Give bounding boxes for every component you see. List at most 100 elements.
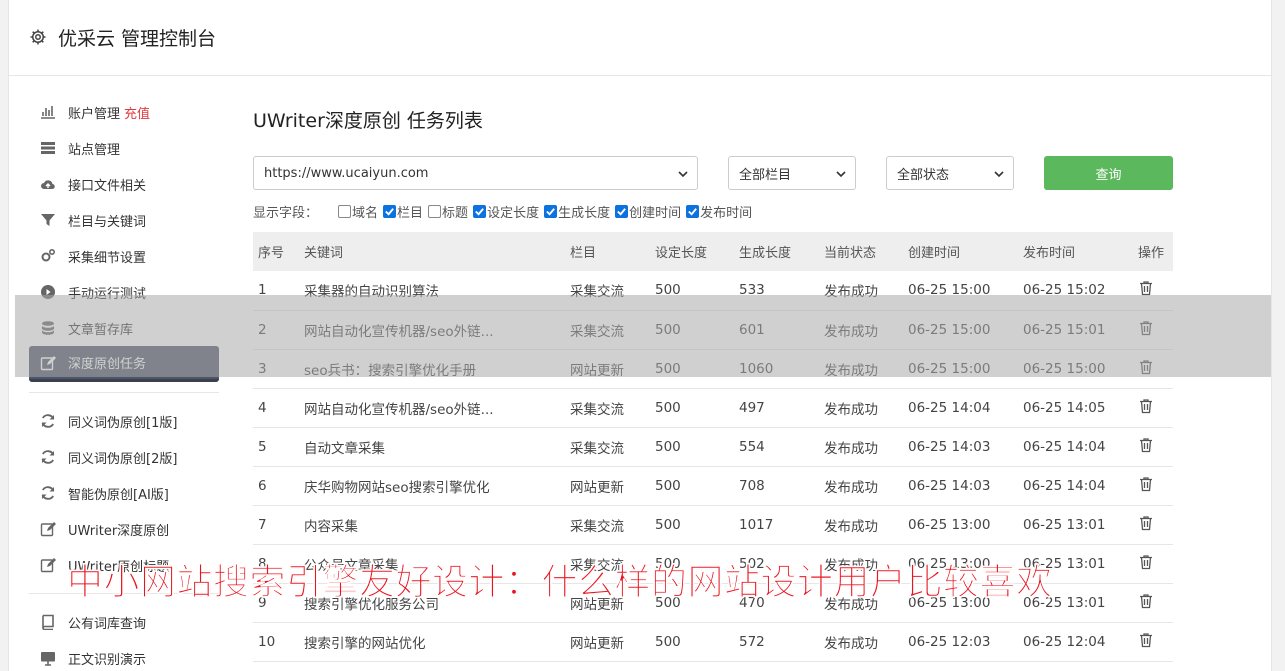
filter-bar: https://www.ucaiyun.com 全部栏目 全部状态 查询 <box>253 156 1173 190</box>
sidebar-item-label: 正文识别演示 <box>68 652 147 668</box>
query-button[interactable]: 查询 <box>1044 156 1173 190</box>
column-header: 当前状态 <box>824 232 908 271</box>
column-header: 创建时间 <box>908 232 1023 271</box>
trash-icon[interactable] <box>1138 280 1154 296</box>
column-select[interactable]: 全部栏目 <box>728 156 856 190</box>
sidebar-item-tools-1[interactable]: 正文识别演示 <box>29 640 219 671</box>
trash-icon[interactable] <box>1138 554 1154 570</box>
cogs-icon <box>39 247 57 265</box>
sidebar-item-label: 采集细节设置 <box>68 250 147 266</box>
table-row: 6 庆华购物网站seo搜索引擎优化 网站更新 500 708 发布成功 06-25 14:0… <box>253 466 1173 506</box>
sidebar-item-rewrite-0[interactable]: 同义词伪原创[1版] <box>29 403 219 439</box>
app-header: 优采云 管理控制台 <box>9 0 1271 76</box>
table-cell: 采集交流 <box>570 388 655 428</box>
table-cell: 庆华购物网站seo搜索引擎优化 <box>304 466 570 506</box>
sidebar-item-tools-0[interactable]: 公有词库查询 <box>29 604 219 640</box>
checkbox-checked-icon <box>544 205 558 218</box>
trash-icon[interactable] <box>1138 398 1154 414</box>
chevron-down-icon <box>678 171 688 178</box>
display-fields-label: 显示字段： <box>253 206 319 221</box>
sidebar-item-main-3[interactable]: 栏目与关键词 <box>29 202 219 238</box>
recharge-link[interactable]: 充值 <box>124 103 150 122</box>
table-cell: 内容采集 <box>304 505 570 545</box>
table-cell: 497 <box>739 388 824 428</box>
server-icon <box>39 139 57 157</box>
column-header: 设定长度 <box>655 232 739 271</box>
table-cell: 发布成功 <box>824 622 908 662</box>
table-cell: 4 <box>253 388 304 428</box>
sidebar-item-rewrite-2[interactable]: 智能伪原创[AI版] <box>29 475 219 511</box>
sidebar-item-main-4[interactable]: 采集细节设置 <box>29 238 219 274</box>
trash-icon[interactable] <box>1138 593 1154 609</box>
app-title: 优采云 管理控制台 <box>58 28 217 50</box>
table-cell: 500 <box>655 427 739 467</box>
sidebar-item-main-1[interactable]: 站点管理 <box>29 130 219 166</box>
table-row: 5 自动文章采集 采集交流 500 554 发布成功 06-25 14:03 06-25 14… <box>253 427 1173 467</box>
field-checkbox-3[interactable]: 设定长度 <box>473 202 539 221</box>
field-checkbox-2[interactable]: 标题 <box>428 202 468 221</box>
checkbox-empty-icon <box>428 205 442 218</box>
trash-icon[interactable] <box>1138 437 1154 453</box>
overlay-caption: 中小网站搜索引擎友好设计：什么样的网站设计用户比较喜欢 <box>67 562 1053 604</box>
sidebar-item-label: 账户管理 <box>68 106 121 122</box>
table-cell-actions <box>1138 427 1173 467</box>
table-row: 4 网站自动化宣传机器/seo外链... 采集交流 500 497 发布成功 06-25 1… <box>253 388 1173 428</box>
table-cell-actions <box>1138 583 1173 623</box>
table-cell: 5 <box>253 427 304 467</box>
status-select-value: 全部状态 <box>897 167 950 183</box>
status-select[interactable]: 全部状态 <box>886 156 1014 190</box>
field-checkbox-1[interactable]: 栏目 <box>383 202 423 221</box>
sidebar-item-label: 公有词库查询 <box>68 616 147 632</box>
table-cell: 自动文章采集 <box>304 427 570 467</box>
sidebar-item-main-2[interactable]: 接口文件相关 <box>29 166 219 202</box>
field-checkbox-label: 设定长度 <box>487 206 540 221</box>
table-cell: 发布成功 <box>824 388 908 428</box>
site-select[interactable]: https://www.ucaiyun.com <box>253 156 698 190</box>
table-cell: 采集交流 <box>570 505 655 545</box>
column-header: 生成长度 <box>739 232 824 271</box>
field-checkbox-label: 标题 <box>442 206 469 221</box>
trash-icon[interactable] <box>1138 515 1154 531</box>
table-cell-actions <box>1138 388 1173 428</box>
sidebar-item-rewrite-3[interactable]: UWriter深度原创 <box>29 511 219 547</box>
cloud-upload-icon <box>39 175 57 193</box>
checkbox-empty-icon <box>338 205 352 218</box>
table-cell: 10 <box>253 622 304 662</box>
table-cell: 发布成功 <box>824 505 908 545</box>
field-checkbox-label: 栏目 <box>397 206 424 221</box>
table-cell: 06-25 14:03 <box>908 427 1023 467</box>
sidebar-item-rewrite-1[interactable]: 同义词伪原创[2版] <box>29 439 219 475</box>
table-cell: 06-25 14:05 <box>1023 388 1138 428</box>
table-cell: 554 <box>739 427 824 467</box>
table-cell: 572 <box>739 622 824 662</box>
table-cell-actions <box>1138 466 1173 506</box>
field-checkbox-label: 域名 <box>352 206 379 221</box>
trash-icon[interactable] <box>1138 476 1154 492</box>
sidebar-item-main-0[interactable]: 账户管理 充值 <box>29 94 219 130</box>
table-cell: 500 <box>655 622 739 662</box>
column-header: 发布时间 <box>1023 232 1138 271</box>
sidebar-item-label: 接口文件相关 <box>68 178 147 194</box>
field-checkbox-4[interactable]: 生成长度 <box>544 202 610 221</box>
column-header: 序号 <box>253 232 304 271</box>
page-title: UWriter深度原创 任务列表 <box>253 110 483 132</box>
table-header-row: 序号 关键词 栏目 设定长度 生成长度 当前状态 创建时间 发布时间 操作 <box>253 232 1173 271</box>
refresh-icon <box>39 484 57 502</box>
field-checkbox-6[interactable]: 发布时间 <box>686 202 752 221</box>
display-fields: 显示字段： 域名 栏目 标题 设定长度 生成长度 创建时间 发布时间 <box>253 202 757 221</box>
gear-icon <box>30 29 46 45</box>
field-checkbox-label: 生成长度 <box>558 206 611 221</box>
sidebar-item-label: UWriter深度原创 <box>68 523 170 539</box>
main-content: UWriter深度原创 任务列表 https://www.ucaiyun.com… <box>253 106 1173 662</box>
table-cell: 06-25 12:04 <box>1023 622 1138 662</box>
table-cell: 06-25 13:00 <box>908 505 1023 545</box>
sidebar-item-label: 站点管理 <box>68 142 121 158</box>
column-header: 栏目 <box>570 232 655 271</box>
checkbox-checked-icon <box>473 205 487 218</box>
site-select-value: https://www.ucaiyun.com <box>264 165 429 181</box>
chevron-down-icon <box>836 171 846 178</box>
field-checkbox-5[interactable]: 创建时间 <box>615 202 681 221</box>
table-cell: 搜索引擎的网站优化 <box>304 622 570 662</box>
trash-icon[interactable] <box>1138 632 1154 648</box>
field-checkbox-0[interactable]: 域名 <box>338 202 378 221</box>
